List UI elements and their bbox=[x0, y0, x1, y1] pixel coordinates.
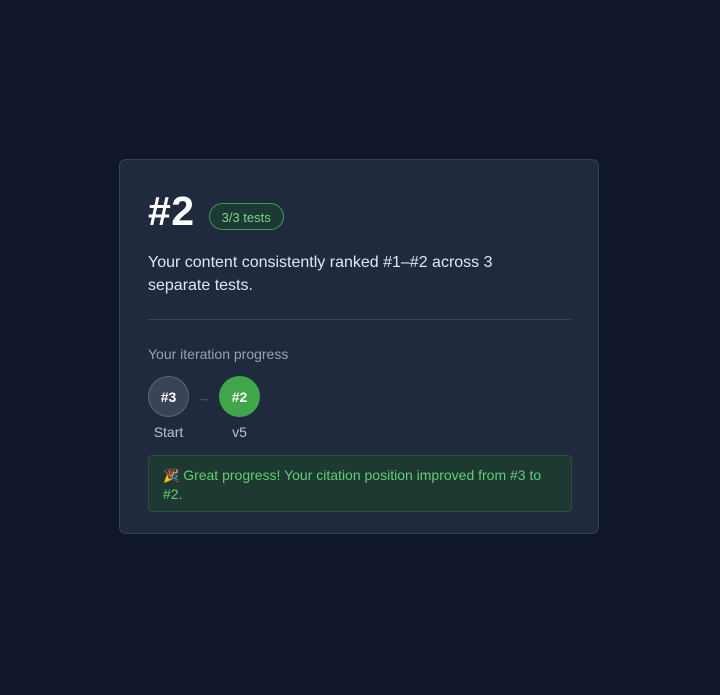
current-rank-circle: #2 bbox=[219, 376, 260, 417]
progress-section-label: Your iteration progress bbox=[148, 346, 289, 362]
progress-step-current: #2 v5 bbox=[219, 376, 260, 440]
start-rank-circle: #3 bbox=[148, 376, 189, 417]
result-description: Your content consistently ranked #1–#2 a… bbox=[148, 254, 493, 294]
result-card: #2 3/3 tests Your content consistently r… bbox=[119, 159, 599, 534]
party-popper-icon: 🎉 bbox=[163, 468, 180, 483]
progress-step-start: #3 Start bbox=[148, 376, 189, 440]
iteration-progress: #3 Start → #2 v5 bbox=[148, 376, 570, 440]
rank-header: #2 3/3 tests bbox=[148, 188, 570, 234]
rank-value: #2 bbox=[148, 188, 195, 234]
alert-message: Great progress! Your citation position i… bbox=[163, 467, 542, 502]
divider bbox=[148, 319, 571, 320]
arrow-right-icon: → bbox=[197, 390, 211, 405]
start-step-label: Start bbox=[153, 424, 184, 440]
current-step-label: v5 bbox=[232, 424, 247, 440]
tests-badge: 3/3 tests bbox=[208, 202, 284, 230]
success-alert: 🎉 Great progress! Your citation position … bbox=[148, 455, 572, 512]
